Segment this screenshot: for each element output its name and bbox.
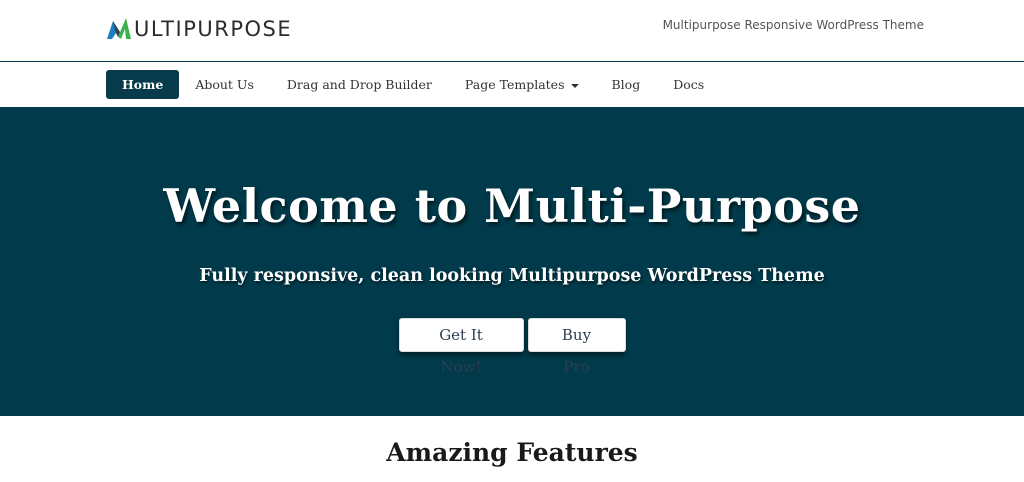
site-header: ULTIPURPOSE Multipurpose Responsive Word… (0, 0, 1024, 62)
site-tagline: Multipurpose Responsive WordPress Theme (662, 18, 924, 32)
buy-pro-button[interactable]: Buy Pro (527, 318, 626, 376)
nav-item-drag-and-drop-builder[interactable]: Drag and Drop Builder (271, 70, 448, 99)
nav-item-blog[interactable]: Blog (596, 70, 657, 99)
hero-buttons: Get It Now! Buy Pro (0, 318, 1024, 376)
nav-item-page-templates-label: Page Templates (464, 77, 565, 92)
hero-title: Welcome to Multi-Purpose (163, 179, 861, 233)
main-nav: Home About Us Drag and Drop Builder Page… (0, 62, 1024, 107)
nav-item-page-templates[interactable]: Page Templates (449, 70, 595, 99)
features-section: Amazing Features (0, 416, 1024, 482)
site-logo[interactable]: ULTIPURPOSE (107, 15, 292, 41)
nav-item-home[interactable]: Home (106, 70, 180, 99)
caret-down-icon (570, 83, 579, 88)
logo-m-icon (107, 18, 131, 39)
nav-item-docs[interactable]: Docs (657, 70, 720, 99)
features-title: Amazing Features (386, 438, 638, 467)
get-it-now-button[interactable]: Get It Now! (398, 318, 524, 376)
hero-banner: Welcome to Multi-Purpose Fully responsiv… (0, 107, 1024, 416)
hero-subtitle: Fully responsive, clean looking Multipur… (199, 266, 825, 286)
nav-item-about-us[interactable]: About Us (179, 70, 270, 99)
logo-text: ULTIPURPOSE (134, 16, 293, 41)
